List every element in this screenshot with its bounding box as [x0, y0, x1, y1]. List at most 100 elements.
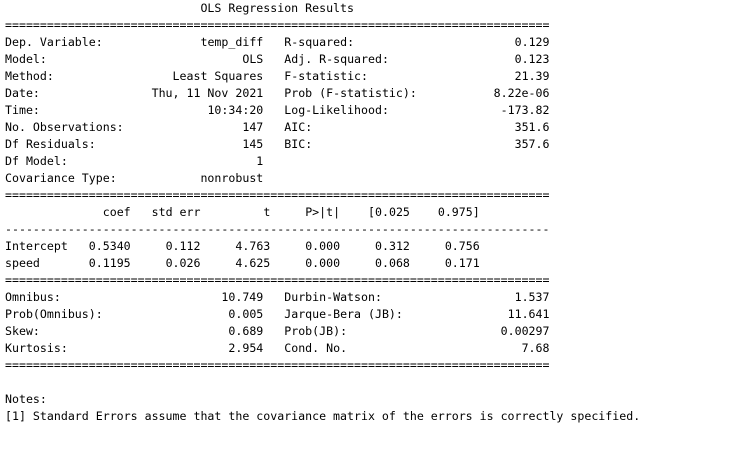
coef-cell: 0.112 [165, 239, 201, 253]
model-info-row-right-value: 0.129 [514, 35, 550, 49]
coef-cell: 0.756 [444, 239, 480, 253]
model-info-row: Method: Least Squares F-statistic: 21.39 [5, 68, 640, 85]
separator-double: ========================================… [5, 188, 550, 202]
model-info-row-left-value: 147 [242, 120, 264, 134]
diagnostics-row-right-label: Prob(JB): [284, 324, 348, 338]
coef-header-row: coef std err t P>|t| [0.025 0.975] [5, 204, 640, 221]
diagnostics-row-right-value: 1.537 [514, 290, 550, 304]
model-info-row-left-label: No. Observations: [5, 120, 124, 134]
model-info-row-left-label: Df Model: [5, 154, 68, 168]
coef-header-cell: std err [151, 205, 201, 219]
coef-cell: 0.000 [305, 256, 341, 270]
note-line: [1] Standard Errors assume that the cova… [5, 408, 640, 425]
diagnostics-row: Skew: 0.689 Prob(JB): 0.00297 [5, 323, 640, 340]
notes-heading-line: Notes: [5, 391, 640, 408]
diagnostics-row-right-value: 0.00297 [500, 324, 550, 338]
coef-header-cell: [0.025 [368, 205, 410, 219]
model-info-row-left-value: Thu, 11 Nov 2021 [151, 86, 264, 100]
model-info-row-right-label: AIC: [284, 120, 313, 134]
ols-summary: OLS Regression Results =================… [5, 0, 640, 425]
model-info-row-right-label: Log-Likelihood: [284, 103, 389, 117]
model-info-row-right-label: BIC: [284, 137, 313, 151]
coef-header-cell: P>|t| [305, 205, 341, 219]
separator-double: ========================================… [5, 358, 550, 372]
diagnostics-row-left-label: Kurtosis: [5, 341, 68, 355]
model-info-row: Df Model: 1 [5, 153, 640, 170]
coef-row: speed 0.1195 0.026 4.625 0.000 0.068 0.1… [5, 255, 640, 272]
coef-cell: 4.763 [235, 239, 271, 253]
model-info-row: No. Observations: 147 AIC: 351.6 [5, 119, 640, 136]
notes-heading: Notes: [5, 392, 47, 406]
model-info-row-left-label: Df Residuals: [5, 137, 96, 151]
model-info-row-right-label: Prob (F-statistic): [284, 86, 417, 100]
coef-row-name: speed [5, 256, 40, 270]
model-info-row-right-value: 357.6 [514, 137, 550, 151]
diagnostics-row-right-label: Jarque-Bera (JB): [284, 307, 403, 321]
diagnostics-row: Prob(Omnibus): 0.005 Jarque-Bera (JB): 1… [5, 306, 640, 323]
model-info-row-right-value: 8.22e-06 [493, 86, 550, 100]
coef-header-cell: coef [102, 205, 131, 219]
note-text: [1] Standard Errors assume that the cova… [5, 409, 641, 423]
coef-row-name: Intercept [5, 239, 68, 253]
coef-header-cell: 0.975] [437, 205, 480, 219]
diagnostics-row-right-value: 11.641 [507, 307, 550, 321]
diagnostics-row: Omnibus: 10.749 Durbin-Watson: 1.537 [5, 289, 640, 306]
separator-line: ========================================… [5, 17, 640, 34]
separator-line: ========================================… [5, 187, 640, 204]
model-info-row-left-value: nonrobust [200, 171, 264, 185]
model-info-row-left-value: Least Squares [172, 69, 264, 83]
model-info-row: Date: Thu, 11 Nov 2021 Prob (F-statistic… [5, 85, 640, 102]
model-info-row-left-label: Date: [5, 86, 40, 100]
model-info-row-left-label: Method: [5, 69, 54, 83]
model-info-row-left-label: Covariance Type: [5, 171, 117, 185]
model-info-row-right-label: F-statistic: [284, 69, 369, 83]
model-info-row: Model: OLS Adj. R-squared: 0.123 [5, 51, 640, 68]
model-info-row-left-value: 10:34:20 [207, 103, 264, 117]
diagnostics-row: Kurtosis: 2.954 Cond. No. 7.68 [5, 340, 640, 357]
model-info-row-left-value: OLS [242, 52, 264, 66]
model-info-row-left-label: Model: [5, 52, 47, 66]
diagnostics-row-left-value: 2.954 [228, 341, 264, 355]
coef-cell: 0.000 [305, 239, 341, 253]
separator-line: ----------------------------------------… [5, 221, 640, 238]
model-info-row: Covariance Type: nonrobust [5, 170, 640, 187]
model-info-row-right-value: 351.6 [514, 120, 550, 134]
diagnostics-row-left-value: 0.689 [228, 324, 264, 338]
separator-line: ========================================… [5, 272, 640, 289]
separator-single: ----------------------------------------… [5, 222, 550, 236]
diagnostics-row-left-value: 10.749 [221, 290, 264, 304]
diagnostics-row-right-label: Cond. No. [284, 341, 348, 355]
model-info-row: Dep. Variable: temp_diff R-squared: 0.12… [5, 34, 640, 51]
coef-cell: 0.1195 [88, 256, 131, 270]
diagnostics-row-left-label: Prob(Omnibus): [5, 307, 103, 321]
model-info-row-left-value: 145 [242, 137, 264, 151]
model-info-row-right-label: Adj. R-squared: [284, 52, 389, 66]
coef-cell: 0.026 [165, 256, 201, 270]
model-info-row-right-value: 0.123 [514, 52, 550, 66]
coef-row: Intercept 0.5340 0.112 4.763 0.000 0.312… [5, 238, 640, 255]
title-line: OLS Regression Results [5, 0, 640, 17]
coef-cell: 4.625 [235, 256, 271, 270]
model-info-row-right-value: 21.39 [514, 69, 550, 83]
coef-cell: 0.312 [375, 239, 410, 253]
model-info-row-right-value: -173.82 [500, 103, 550, 117]
model-info-row-left-label: Dep. Variable: [5, 35, 103, 49]
separator-line: ========================================… [5, 357, 640, 374]
model-info-row-right-label: R-squared: [284, 35, 355, 49]
diagnostics-row-left-value: 0.005 [228, 307, 264, 321]
diagnostics-row-left-label: Skew: [5, 324, 40, 338]
summary-title: OLS Regression Results [5, 1, 550, 15]
model-info-row: Time: 10:34:20 Log-Likelihood: -173.82 [5, 102, 640, 119]
coef-cell: 0.5340 [88, 239, 131, 253]
model-info-row: Df Residuals: 145 BIC: 357.6 [5, 136, 640, 153]
diagnostics-row-right-label: Durbin-Watson: [284, 290, 382, 304]
model-info-row-left-value: temp_diff [200, 35, 264, 49]
diagnostics-row-left-label: Omnibus: [5, 290, 61, 304]
separator-double: ========================================… [5, 18, 550, 32]
model-info-row-left-label: Time: [5, 103, 40, 117]
coef-cell: 0.068 [375, 256, 410, 270]
separator-double: ========================================… [5, 273, 550, 287]
coef-cell: 0.171 [444, 256, 480, 270]
diagnostics-row-right-value: 7.68 [521, 341, 550, 355]
